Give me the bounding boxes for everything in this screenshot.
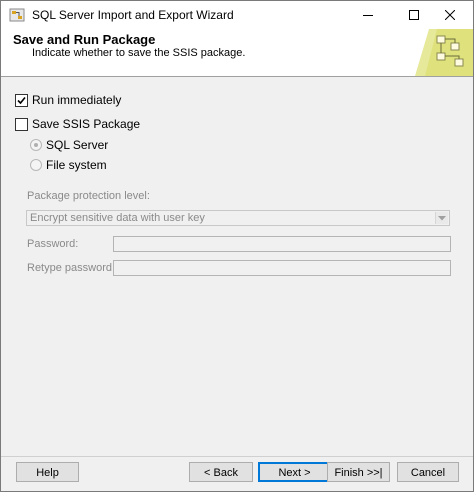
sql-server-label: SQL Server [46,138,109,152]
radio-unselected-icon [30,159,42,171]
checkbox-unchecked-icon [15,117,28,131]
run-immediately-checkbox[interactable]: Run immediately [15,93,121,107]
checkbox-checked-icon [15,93,28,107]
package-flow-icon [415,29,473,76]
protection-level-value: Encrypt sensitive data with user key [30,212,205,224]
close-button[interactable] [427,1,473,29]
file-system-radio[interactable]: File system [30,158,107,172]
minimize-button[interactable] [345,1,391,29]
next-button[interactable]: Next > [258,462,331,482]
footer-divider [1,456,473,457]
maximize-icon [409,10,419,20]
run-immediately-label: Run immediately [32,93,122,107]
wizard-window: SQL Server Import and Export Wizard Save… [0,0,474,492]
close-icon [445,10,455,20]
wizard-header-banner: Save and Run Package Indicate whether to… [1,29,473,77]
wizard-app-icon [9,7,25,23]
radio-selected-icon [30,139,42,151]
window-title: SQL Server Import and Export Wizard [32,8,234,22]
sql-server-radio[interactable]: SQL Server [30,138,108,152]
help-button[interactable]: Help [16,462,79,482]
retype-password-label: Retype password: [27,262,116,274]
title-bar[interactable]: SQL Server Import and Export Wizard [1,1,473,29]
password-field[interactable] [113,236,451,252]
protection-level-label: Package protection level: [27,190,150,202]
protection-level-dropdown[interactable]: Encrypt sensitive data with user key [26,210,450,226]
minimize-icon [363,15,373,16]
save-ssis-package-label: Save SSIS Package [32,117,141,131]
finish-button[interactable]: Finish >>| [327,462,390,482]
page-subtitle: Indicate whether to save the SSIS packag… [32,47,246,59]
save-ssis-package-checkbox[interactable]: Save SSIS Package [15,117,140,131]
cancel-button[interactable]: Cancel [397,462,459,482]
password-label: Password: [27,238,79,250]
page-title: Save and Run Package [13,32,156,47]
back-button[interactable]: < Back [189,462,253,482]
file-system-label: File system [46,158,107,172]
retype-password-field[interactable] [113,260,451,276]
chevron-down-icon[interactable] [435,212,448,224]
